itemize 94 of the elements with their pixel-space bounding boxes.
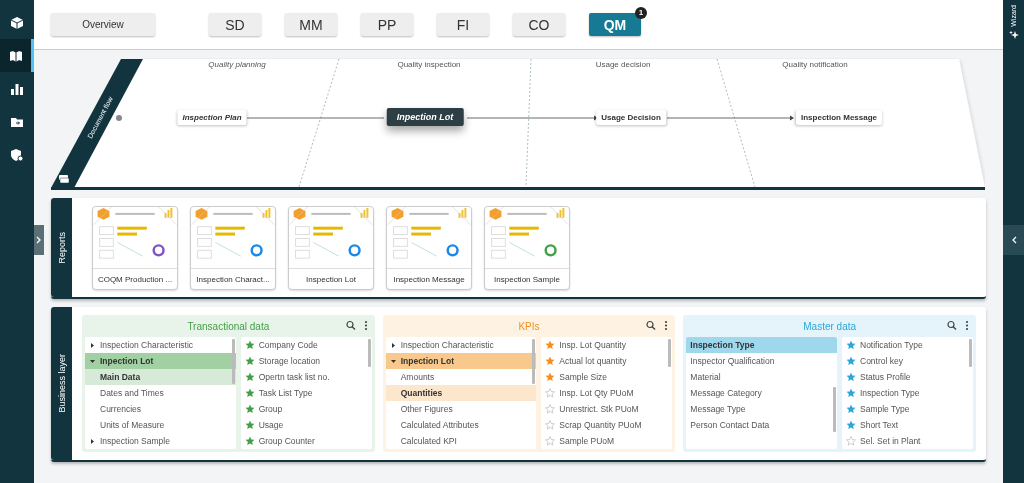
field-item[interactable]: Company Code <box>240 337 372 353</box>
section-label: Reports <box>56 231 67 264</box>
field-item[interactable]: Usage <box>240 417 372 433</box>
field-item[interactable]: Sample PUoM <box>541 433 673 449</box>
lane-title: Quality inspection <box>397 60 461 69</box>
tree-item[interactable]: Calculated Attributes <box>385 417 537 433</box>
report-title: Inspection Lot <box>305 273 357 286</box>
field-item[interactable]: Group Counter <box>240 433 372 449</box>
tree-item[interactable]: Inspection Characteristic <box>85 337 236 353</box>
field-item[interactable]: Insp. Lot Quantity <box>541 337 673 353</box>
field-item[interactable]: Opertn task list no. <box>240 369 372 385</box>
tree-item[interactable]: Inspection Sample <box>85 433 236 449</box>
flow-node[interactable]: Inspection Message <box>796 110 882 125</box>
expand-handle[interactable] <box>34 225 44 255</box>
report-card[interactable]: Inspection Charact... <box>190 206 276 290</box>
collapse-handle[interactable] <box>1003 225 1024 255</box>
report-title: COQM Production ... <box>96 273 174 286</box>
tree-item[interactable]: Inspector Qualification <box>686 353 837 369</box>
tree-item[interactable]: Amounts <box>385 369 537 385</box>
tree-item[interactable]: Calculated KPI <box>385 433 537 449</box>
field-item[interactable]: Unrestrict. Stk PUoM <box>541 401 673 417</box>
module-tab[interactable]: PP <box>361 13 413 36</box>
lane-title: Usage decision <box>595 60 651 69</box>
field-item[interactable]: Insp. Lot Qty PUoM <box>541 385 673 401</box>
stack-icon <box>59 175 70 184</box>
field-item[interactable]: Short Text <box>842 417 973 433</box>
report-title: Inspection Charact... <box>195 273 271 286</box>
field-item[interactable]: Scrap Quantity PUoM <box>541 417 673 433</box>
field-item[interactable]: Sel. Set in Plant <box>842 433 973 449</box>
search-icon[interactable] <box>345 320 356 331</box>
report-title: Inspection Sample <box>493 273 561 286</box>
module-tab[interactable]: FI <box>437 13 489 36</box>
field-item[interactable]: Notification Type <box>842 337 973 353</box>
field-item[interactable]: Control key <box>842 353 973 369</box>
chevron-left-icon <box>1010 236 1017 244</box>
tree-item[interactable]: Currencies <box>85 401 236 417</box>
sidebar-nav-button[interactable] <box>0 39 34 72</box>
report-card[interactable]: Inspection Lot <box>288 206 374 290</box>
search-icon[interactable] <box>646 320 657 331</box>
tree-item[interactable]: Inpection Lot <box>385 353 537 369</box>
more-options-icon[interactable] <box>965 320 969 331</box>
report-card[interactable]: Inspection Message <box>386 206 472 290</box>
lane-title: Quality notification <box>782 60 848 69</box>
caret-right-icon <box>89 437 96 445</box>
field-item[interactable]: Sample Type <box>842 401 973 417</box>
caret-down-icon <box>389 357 397 365</box>
panel-title: Transactional data <box>187 320 270 332</box>
cube-icon <box>10 15 24 30</box>
tree-item[interactable]: Message Type <box>686 401 837 417</box>
section-label: Business layer <box>56 354 67 413</box>
field-item[interactable]: Actual lot quantity <box>541 353 673 369</box>
tree-item[interactable]: Message Category <box>686 385 837 401</box>
panel-title: Master data <box>803 320 857 332</box>
module-tab[interactable]: MM <box>285 13 337 36</box>
book-icon <box>8 48 23 63</box>
field-item[interactable]: Storage location <box>240 353 372 369</box>
tree-item[interactable]: Inspection Characteristic <box>385 337 537 353</box>
collapse-dot-icon <box>116 115 122 121</box>
bar-chart-icon <box>10 81 24 96</box>
report-card[interactable]: Inspection Sample <box>484 206 570 290</box>
field-item[interactable]: Group <box>240 401 372 417</box>
report-title: Inspection Message <box>392 273 466 286</box>
tree-item[interactable]: Inpection Lot <box>85 353 236 369</box>
tree-item[interactable]: Main Data <box>85 369 236 385</box>
sparkle-icon <box>1008 29 1019 40</box>
chevron-right-icon <box>36 236 42 244</box>
tree-item[interactable]: Units of Measure <box>85 417 236 433</box>
field-item[interactable]: Sample Size <box>541 369 673 385</box>
search-icon[interactable] <box>947 320 957 331</box>
flow-node[interactable]: Usage Decision <box>596 110 666 125</box>
field-item[interactable]: Status Profile <box>842 369 973 385</box>
flow-node[interactable]: Inspection Plan <box>177 110 247 125</box>
field-item[interactable]: Inspection Type <box>842 385 973 401</box>
report-card[interactable]: COQM Production ... <box>92 206 178 290</box>
module-tab[interactable]: CO <box>513 13 565 36</box>
tree-item[interactable]: Person Contact Data <box>686 417 837 433</box>
notification-badge: 1 <box>635 7 647 19</box>
tree-item[interactable]: Dates and Times <box>85 385 236 401</box>
module-tab[interactable]: SD <box>209 13 261 36</box>
more-options-icon[interactable] <box>664 320 669 331</box>
module-tab[interactable]: Overview <box>51 13 155 36</box>
field-item[interactable]: Task List Type <box>240 385 372 401</box>
shield-icon <box>10 147 24 162</box>
flow-node[interactable]: Inpection Lot <box>386 108 464 126</box>
more-options-icon[interactable] <box>363 320 368 331</box>
caret-right-icon <box>389 341 397 349</box>
tree-item[interactable]: Material <box>686 369 837 385</box>
tree-item[interactable]: Other Figures <box>385 401 537 417</box>
lane-title: Quality planning <box>208 60 266 69</box>
caret-down-icon <box>89 357 96 365</box>
panel-title: KPIs <box>518 320 540 332</box>
tree-item[interactable]: Quantities <box>385 385 537 401</box>
tree-item[interactable]: Inspection Type <box>686 337 837 353</box>
caret-right-icon <box>89 341 96 349</box>
